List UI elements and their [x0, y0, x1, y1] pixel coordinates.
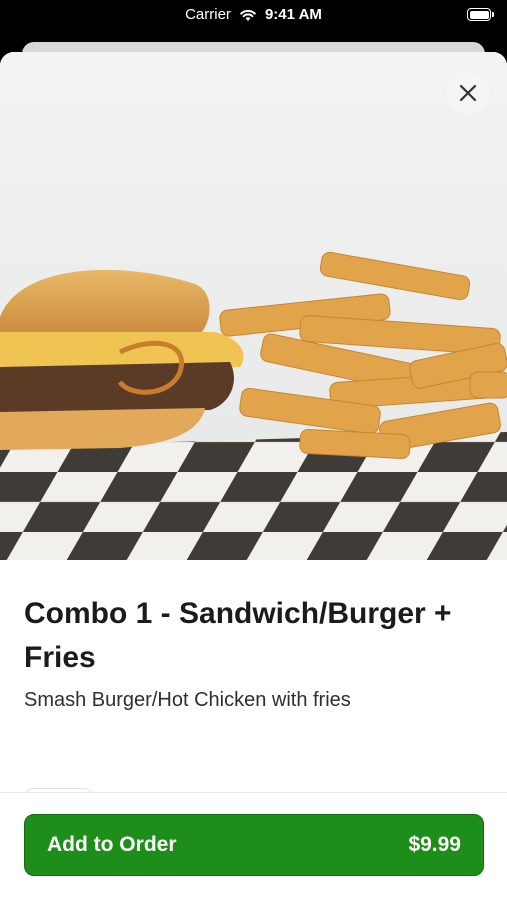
close-button[interactable]: [447, 72, 489, 114]
item-description: Smash Burger/Hot Chicken with fries: [24, 689, 351, 711]
carrier-label: Carrier: [185, 6, 231, 23]
status-center: Carrier 9:41 AM: [0, 6, 507, 23]
close-icon: [458, 83, 478, 103]
order-footer: Add to Order $9.99: [0, 792, 507, 900]
app-screen: Carrier 9:41 AM Combo 1 - Sandwich/Burge…: [0, 0, 507, 900]
add-to-order-label: Add to Order: [47, 833, 177, 856]
wifi-icon: [239, 8, 257, 22]
item-image: [0, 52, 507, 560]
item-info: Combo 1 - Sandwich/Burger + Fries Smash …: [24, 592, 483, 832]
item-price: $9.99: [408, 833, 461, 856]
status-time: 9:41 AM: [264, 6, 322, 23]
status-bar: Carrier 9:41 AM: [0, 0, 507, 32]
add-to-order-button[interactable]: Add to Order $9.99: [24, 814, 484, 876]
item-title: Combo 1 - Sandwich/Burger + Fries: [24, 597, 452, 674]
battery-icon: [467, 8, 495, 22]
item-detail-modal: Combo 1 - Sandwich/Burger + Fries Smash …: [0, 52, 507, 900]
